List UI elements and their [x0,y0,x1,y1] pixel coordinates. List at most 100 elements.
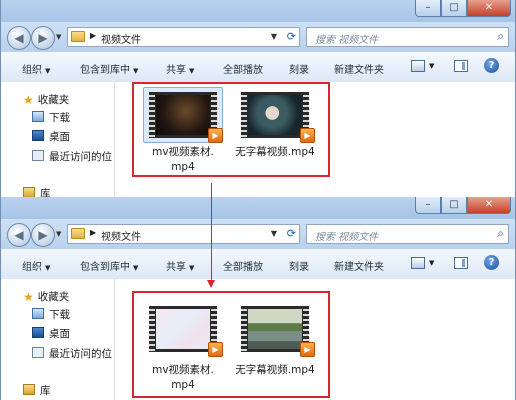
help-icon[interactable]: ? [484,58,499,73]
include-in-library-menu[interactable]: 包含到库中 ▼ [80,61,138,76]
video-thumbnail [241,306,309,352]
address-bar[interactable]: ▶ 视频文件 ▼ ⟳ [67,224,300,244]
nav-item-recent[interactable]: 最近访问的位 [32,149,112,164]
nav-item-downloads[interactable]: 下载 [32,110,70,125]
search-input[interactable]: 搜索 视频文件 ⌕ [306,27,509,47]
address-row: ◀ ▶ ▼ ▶ 视频文件 ▼ ⟳ 搜索 视频文件 ⌕ [1,219,515,249]
forward-button[interactable]: ▶ [31,223,55,247]
file-name[interactable]: 无字幕视频.mp4 [231,363,319,378]
play-badge-icon: ▶ [208,128,223,143]
star-icon: ★ [23,93,34,107]
include-in-library-menu[interactable]: 包含到库中 ▼ [80,258,138,273]
desktop-icon [32,130,44,141]
back-button[interactable]: ◀ [7,223,31,247]
command-bar: 组织 ▼ 包含到库中 ▼ 共享 ▼ 全部播放 刻录 新建文件夹 ▼ ? [1,52,515,83]
burn-button[interactable]: 刻录 [289,258,309,273]
minimize-button[interactable]: – [415,197,441,214]
forward-button[interactable]: ▶ [31,26,55,50]
play-all-button[interactable]: 全部播放 [223,258,263,273]
nav-item-desktop[interactable]: 桌面 [32,326,70,341]
folder-icon [71,228,85,239]
address-row: ◀ ▶ ▼ ▶ 视频文件 ▼ ⟳ 搜索 视频文件 ⌕ [1,22,515,52]
nav-item-favorites[interactable]: ★ 收藏夹 [23,289,69,304]
file-thumbnail[interactable]: ▶ [235,301,315,357]
refresh-icon[interactable]: ⟳ [287,227,296,240]
file-thumbnail[interactable]: ▶ [143,301,223,357]
address-dropdown-icon[interactable]: ▼ [271,229,277,238]
address-dropdown-icon[interactable]: ▼ [271,32,277,41]
preview-pane-icon[interactable] [454,60,468,72]
downloads-folder-icon [32,308,44,319]
file-name[interactable]: 无字幕视频.mp4 [231,145,319,160]
preview-pane-icon[interactable] [454,257,468,269]
search-icon[interactable]: ⌕ [497,29,504,44]
navigation-pane: ★ 收藏夹 下载 桌面 最近访问的位 库 [1,82,115,197]
refresh-icon[interactable]: ⟳ [287,30,296,43]
title-bar[interactable]: – □ ✕ [1,0,515,22]
breadcrumb-arrow-icon[interactable]: ▶ [90,31,96,40]
search-icon[interactable]: ⌕ [497,226,504,241]
file-thumbnail[interactable]: ▶ [143,87,223,143]
transition-arrow-icon [207,280,215,288]
help-icon[interactable]: ? [484,255,499,270]
play-badge-icon: ▶ [208,342,223,357]
maximize-button[interactable]: □ [441,197,467,214]
navigation-pane: ★ 收藏夹 下载 桌面 最近访问的位 库 [1,279,115,400]
change-view-icon[interactable] [411,60,425,72]
explorer-window-before: – □ ✕ ◀ ▶ ▼ ▶ 视频文件 ▼ ⟳ 搜索 视频文件 ⌕ 组织 ▼ 包含到… [0,0,516,197]
nav-item-favorites[interactable]: ★ 收藏夹 [23,92,69,107]
transition-arrow-line [211,183,212,283]
nav-item-libraries[interactable]: 库 [23,186,51,197]
new-folder-button[interactable]: 新建文件夹 [334,61,384,76]
video-thumbnail [149,92,217,138]
nav-item-libraries[interactable]: 库 [23,383,51,398]
minimize-button[interactable]: – [415,0,441,17]
explorer-window-after: – □ ✕ ◀ ▶ ▼ ▶ 视频文件 ▼ ⟳ 搜索 视频文件 ⌕ 组织 ▼ 包含到… [0,197,516,400]
share-menu[interactable]: 共享 ▼ [166,61,194,76]
nav-item-desktop[interactable]: 桌面 [32,129,70,144]
file-name[interactable]: mv视频素材. mp4 [139,363,227,393]
nav-item-recent[interactable]: 最近访问的位 [32,346,112,361]
file-thumbnail[interactable]: ▶ [235,87,315,143]
downloads-folder-icon [32,111,44,122]
address-bar[interactable]: ▶ 视频文件 ▼ ⟳ [67,27,300,47]
star-icon: ★ [23,290,34,304]
file-list: ▶ mv视频素材. mp4 ▶ 无字幕视频.mp4 [115,82,515,197]
breadcrumb-path[interactable]: 视频文件 [101,228,141,243]
recent-pages-dropdown[interactable]: ▼ [56,230,61,238]
change-view-icon[interactable] [411,257,425,269]
library-icon [23,384,35,395]
organize-menu[interactable]: 组织 ▼ [22,61,50,76]
back-button[interactable]: ◀ [7,26,31,50]
maximize-button[interactable]: □ [441,0,467,17]
library-icon [23,187,35,197]
view-options-dropdown[interactable]: ▼ [429,259,434,267]
recent-places-icon [32,150,44,161]
share-menu[interactable]: 共享 ▼ [166,258,194,273]
title-bar[interactable]: – □ ✕ [1,197,515,219]
view-options-dropdown[interactable]: ▼ [429,62,434,70]
command-bar: 组织 ▼ 包含到库中 ▼ 共享 ▼ 全部播放 刻录 新建文件夹 ▼ ? [1,249,515,280]
desktop-icon [32,327,44,338]
play-badge-icon: ▶ [300,342,315,357]
close-button[interactable]: ✕ [467,0,511,17]
recent-pages-dropdown[interactable]: ▼ [56,33,61,41]
search-placeholder: 搜索 视频文件 [315,35,379,46]
burn-button[interactable]: 刻录 [289,61,309,76]
breadcrumb-arrow-icon[interactable]: ▶ [90,228,96,237]
play-all-button[interactable]: 全部播放 [223,61,263,76]
organize-menu[interactable]: 组织 ▼ [22,258,50,273]
recent-places-icon [32,347,44,358]
search-input[interactable]: 搜索 视频文件 ⌕ [306,224,509,244]
video-thumbnail [241,92,309,138]
close-button[interactable]: ✕ [467,197,511,214]
play-badge-icon: ▶ [300,128,315,143]
file-name[interactable]: mv视频素材. mp4 [139,145,227,175]
folder-icon [71,31,85,42]
search-placeholder: 搜索 视频文件 [315,232,379,243]
file-list: ▶ mv视频素材. mp4 ▶ 无字幕视频.mp4 [115,279,515,400]
video-thumbnail [149,306,217,352]
nav-item-downloads[interactable]: 下载 [32,307,70,322]
new-folder-button[interactable]: 新建文件夹 [334,258,384,273]
breadcrumb-path[interactable]: 视频文件 [101,31,141,46]
